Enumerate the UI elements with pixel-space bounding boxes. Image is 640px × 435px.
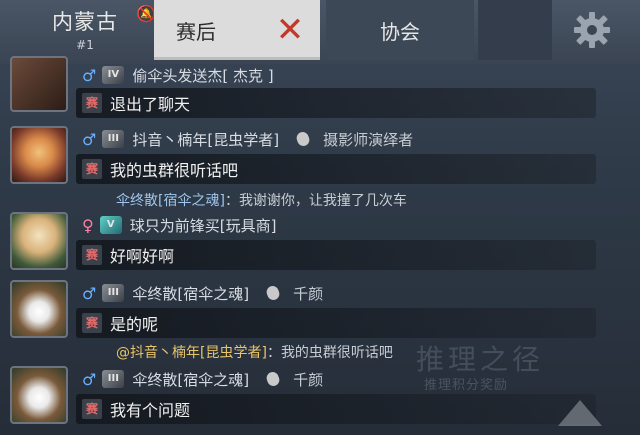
quote-author: 伞终散[宿伞之魂]: [116, 193, 225, 209]
avatar[interactable]: [10, 280, 68, 338]
location-selector[interactable]: 内蒙古 #1: [30, 6, 140, 52]
quoted-reply: 伞终散[宿伞之魂] ： 我谢谢你，让我撞了几次车: [116, 190, 407, 210]
background-watermark-subtitle: 推理积分奖励: [424, 378, 509, 393]
message-bubble: 赛 我的虫群很听话吧: [76, 154, 596, 184]
title-tag-icon: [265, 284, 282, 302]
message-text: 我的虫群很听话吧: [110, 161, 239, 180]
quote-text: 我的虫群很听话吧: [280, 345, 393, 361]
channel-badge: 赛: [82, 313, 102, 333]
player-name[interactable]: 球只为前锋买[玩具商]: [130, 215, 277, 236]
quoted-reply: @抖音丶楠年[昆虫学者] ： 我的虫群很听话吧: [116, 342, 393, 362]
tab-more[interactable]: [478, 0, 552, 60]
location-rank: #1: [76, 38, 94, 52]
location-name: 内蒙古: [52, 10, 118, 34]
rank-badge: III: [102, 130, 125, 148]
quote-text: 我谢谢你，让我撞了几次车: [238, 193, 407, 209]
close-icon[interactable]: ✕: [270, 10, 310, 50]
avatar[interactable]: [10, 56, 68, 112]
male-icon: ♂: [82, 369, 97, 389]
rank-badge: III: [102, 370, 125, 388]
male-icon: ♂: [82, 129, 97, 149]
avatar[interactable]: [10, 212, 68, 270]
gear-icon[interactable]: [570, 8, 614, 52]
avatar[interactable]: [10, 366, 68, 424]
quote-author: @抖音丶楠年[昆虫学者]: [116, 345, 267, 361]
message-text: 是的呢: [110, 315, 159, 334]
player-title: 千颜: [293, 370, 324, 389]
tab-after-match[interactable]: 赛后 ✕: [154, 0, 320, 60]
player-name[interactable]: 伞终散[宿伞之魂]: [132, 369, 249, 390]
title-tag-icon: [265, 370, 282, 388]
channel-badge: 赛: [82, 245, 102, 265]
male-icon: ♂: [82, 283, 97, 303]
avatar[interactable]: [10, 126, 68, 184]
player-name[interactable]: 偷伞头发送杰[ 杰克 ]: [132, 65, 273, 86]
tab-association[interactable]: 协会: [326, 0, 474, 60]
rank-badge: IV: [102, 66, 125, 84]
message-text: 好啊好啊: [110, 247, 175, 266]
player-name[interactable]: 抖音丶楠年[昆虫学者]: [132, 129, 279, 150]
tab-after-match-label: 赛后: [176, 19, 216, 44]
title-tag-icon: [295, 130, 312, 148]
female-icon: ♀: [82, 215, 94, 235]
message-bubble: 赛 好啊好啊: [76, 240, 596, 270]
player-title: 摄影师演绎者: [323, 130, 414, 149]
background-watermark-title: 推理之径: [416, 343, 545, 376]
mute-icon[interactable]: 🔕: [136, 4, 156, 26]
message-bubble: 赛 是的呢: [76, 308, 596, 338]
quote-separator: ：: [266, 345, 281, 361]
scroll-up-arrow-icon[interactable]: [558, 400, 602, 426]
tab-association-label: 协会: [380, 19, 420, 44]
channel-badge: 赛: [82, 159, 102, 179]
player-name[interactable]: 伞终散[宿伞之魂]: [132, 283, 249, 304]
male-icon: ♂: [82, 65, 97, 85]
player-title: 千颜: [293, 284, 324, 303]
channel-badge: 赛: [82, 93, 102, 113]
channel-badge: 赛: [82, 399, 102, 419]
message-bubble: 赛 我有个问题: [76, 394, 596, 424]
rank-badge: III: [102, 284, 125, 302]
quote-separator: ：: [224, 193, 239, 209]
message-text: 退出了聊天: [110, 95, 191, 114]
rank-badge: V: [99, 216, 122, 234]
message-text: 我有个问题: [110, 401, 191, 420]
message-bubble: 赛 退出了聊天: [76, 88, 596, 118]
